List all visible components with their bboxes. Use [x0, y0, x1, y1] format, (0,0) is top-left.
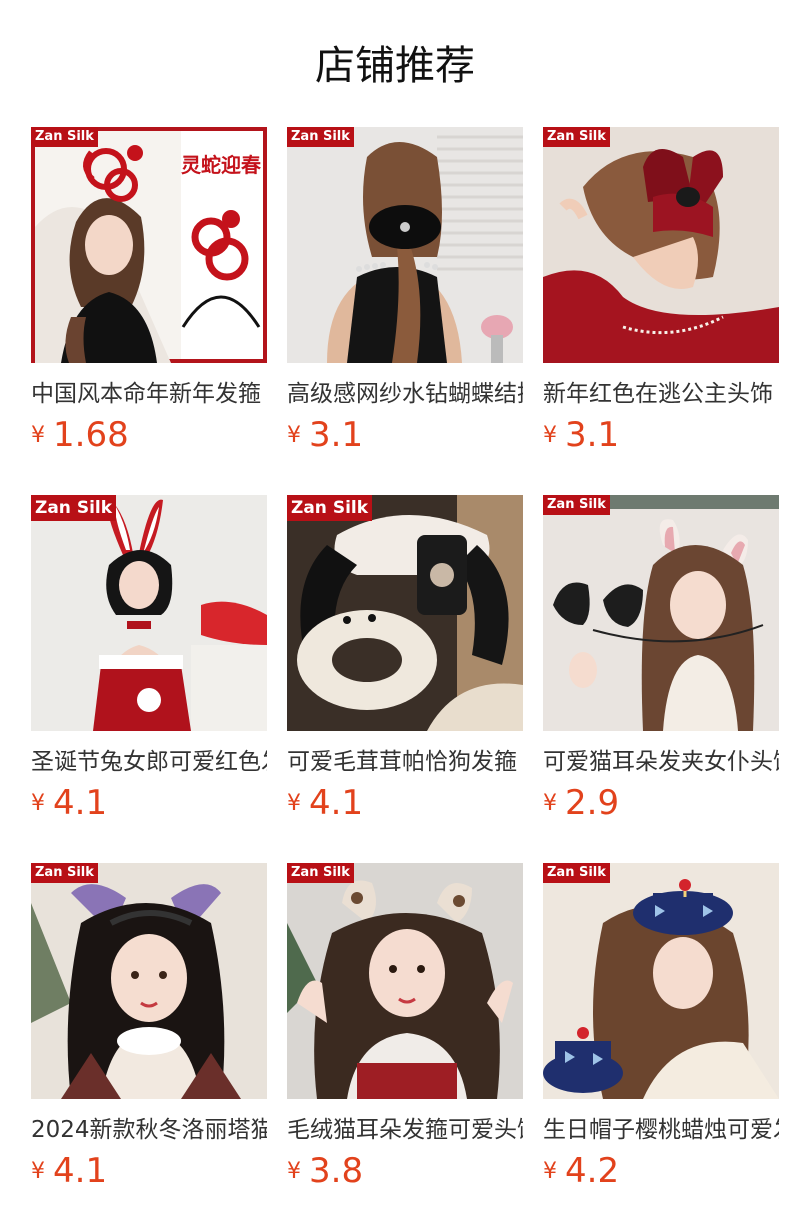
- product-title[interactable]: 可爱猫耳朵发夹女仆头饰: [543, 747, 779, 777]
- brand-badge: Zan Silk: [31, 127, 98, 147]
- brand-badge: Zan Silk: [31, 863, 98, 883]
- plush-cat-ear-headband-photo: [287, 863, 523, 1099]
- birthday-cake-hat-clip-photo: [543, 863, 779, 1099]
- price-amount: 4.1: [53, 1151, 108, 1191]
- brand-badge: Zan Silk: [287, 495, 373, 521]
- price-amount: 4.2: [565, 1151, 620, 1191]
- product-price: ¥3.8: [287, 1151, 523, 1191]
- price-amount: 4.1: [309, 783, 364, 823]
- product-price: ¥3.1: [543, 415, 779, 455]
- product-card[interactable]: Zan Silk 生日帽子樱桃蜡烛可爱发夹 ¥4.2: [543, 863, 779, 1231]
- currency-symbol: ¥: [287, 791, 301, 816]
- bunny-ears-headband-photo: [31, 495, 267, 731]
- product-image[interactable]: Zan Silk: [31, 495, 267, 731]
- brand-badge: Zan Silk: [543, 863, 610, 883]
- product-title[interactable]: 新年红色在逃公主头饰: [543, 379, 779, 409]
- product-price: ¥4.1: [287, 783, 523, 823]
- product-price: ¥4.1: [31, 1151, 267, 1191]
- currency-symbol: ¥: [543, 423, 557, 448]
- svg-text:灵蛇迎春: 灵蛇迎春: [181, 153, 262, 177]
- product-card[interactable]: 灵蛇迎春 Zan Silk 中国风本命年新年发箍 ¥1.68: [31, 127, 267, 495]
- price-amount: 1.68: [53, 415, 129, 455]
- brand-badge: Zan Silk: [287, 863, 354, 883]
- currency-symbol: ¥: [543, 1159, 557, 1184]
- product-image[interactable]: Zan Silk: [543, 863, 779, 1099]
- product-price: ¥2.9: [543, 783, 779, 823]
- price-amount: 3.8: [309, 1151, 364, 1191]
- price-amount: 4.1: [53, 783, 108, 823]
- product-image[interactable]: Zan Silk: [543, 495, 779, 731]
- product-price: ¥3.1: [287, 415, 523, 455]
- product-card[interactable]: Zan Silk 可爱毛茸茸帕恰狗发箍 ¥4.1: [287, 495, 523, 863]
- brand-badge: Zan Silk: [543, 127, 610, 147]
- product-image[interactable]: 灵蛇迎春 Zan Silk: [31, 127, 267, 363]
- product-price: ¥4.2: [543, 1151, 779, 1191]
- cat-ear-clips-photo: [543, 495, 779, 731]
- product-image[interactable]: Zan Silk: [543, 127, 779, 363]
- price-amount: 3.1: [309, 415, 364, 455]
- product-card[interactable]: Zan Silk 毛绒猫耳朵发箍可爱头饰 ¥3.8: [287, 863, 523, 1231]
- product-image[interactable]: Zan Silk: [287, 495, 523, 731]
- product-title[interactable]: 高级感网纱水钻蝴蝶结抓夹: [287, 379, 523, 409]
- product-title[interactable]: 圣诞节兔女郎可爱红色发箍: [31, 747, 267, 777]
- product-price: ¥1.68: [31, 415, 267, 455]
- price-amount: 2.9: [565, 783, 620, 823]
- black-bow-claw-clip-photo: [287, 127, 523, 363]
- red-velvet-bow-photo: [543, 127, 779, 363]
- currency-symbol: ¥: [31, 791, 45, 816]
- product-grid: 灵蛇迎春 Zan Silk 中国风本命年新年发箍 ¥1.68 Zan Silk …: [31, 127, 779, 1231]
- currency-symbol: ¥: [543, 791, 557, 816]
- page-title: 店铺推荐: [315, 43, 475, 89]
- brand-badge: Zan Silk: [287, 127, 354, 147]
- product-card[interactable]: Zan Silk 2024新款秋冬洛丽塔猫耳发箍 ¥4.1: [31, 863, 267, 1231]
- shop-recommendation-page: 店铺推荐 灵蛇迎春 Zan Silk 中国风本命年新年发箍 ¥ 1.68 Zan…: [0, 0, 790, 1232]
- product-title[interactable]: 生日帽子樱桃蜡烛可爱发夹: [543, 1115, 779, 1145]
- product-image[interactable]: Zan Silk: [287, 863, 523, 1099]
- product-image[interactable]: Zan Silk: [287, 127, 523, 363]
- currency-symbol: ¥: [31, 1159, 45, 1184]
- plush-dog-headband-photo: [287, 495, 523, 731]
- product-card[interactable]: Zan Silk 可爱猫耳朵发夹女仆头饰 ¥2.9: [543, 495, 779, 863]
- product-title[interactable]: 2024新款秋冬洛丽塔猫耳发箍: [31, 1115, 267, 1145]
- product-title[interactable]: 毛绒猫耳朵发箍可爱头饰: [287, 1115, 523, 1145]
- brand-badge: Zan Silk: [31, 495, 117, 521]
- product-card[interactable]: Zan Silk 新年红色在逃公主头饰 ¥3.1: [543, 127, 779, 495]
- price-amount: 3.1: [565, 415, 620, 455]
- purple-cat-ear-headband-photo: [31, 863, 267, 1099]
- product-image[interactable]: Zan Silk: [31, 863, 267, 1099]
- product-price: ¥4.1: [31, 783, 267, 823]
- product-title[interactable]: 中国风本命年新年发箍: [31, 379, 267, 409]
- product-card[interactable]: Zan Silk 圣诞节兔女郎可爱红色发箍 ¥4.1: [31, 495, 267, 863]
- currency-symbol: ¥: [287, 423, 301, 448]
- brand-badge: Zan Silk: [543, 495, 610, 515]
- currency-symbol: ¥: [31, 423, 45, 448]
- currency-symbol: ¥: [287, 1159, 301, 1184]
- product-card[interactable]: Zan Silk 高级感网纱水钻蝴蝶结抓夹 ¥3.1: [287, 127, 523, 495]
- red-snake-headband-photo: 灵蛇迎春: [31, 127, 267, 363]
- product-title[interactable]: 可爱毛茸茸帕恰狗发箍: [287, 747, 523, 777]
